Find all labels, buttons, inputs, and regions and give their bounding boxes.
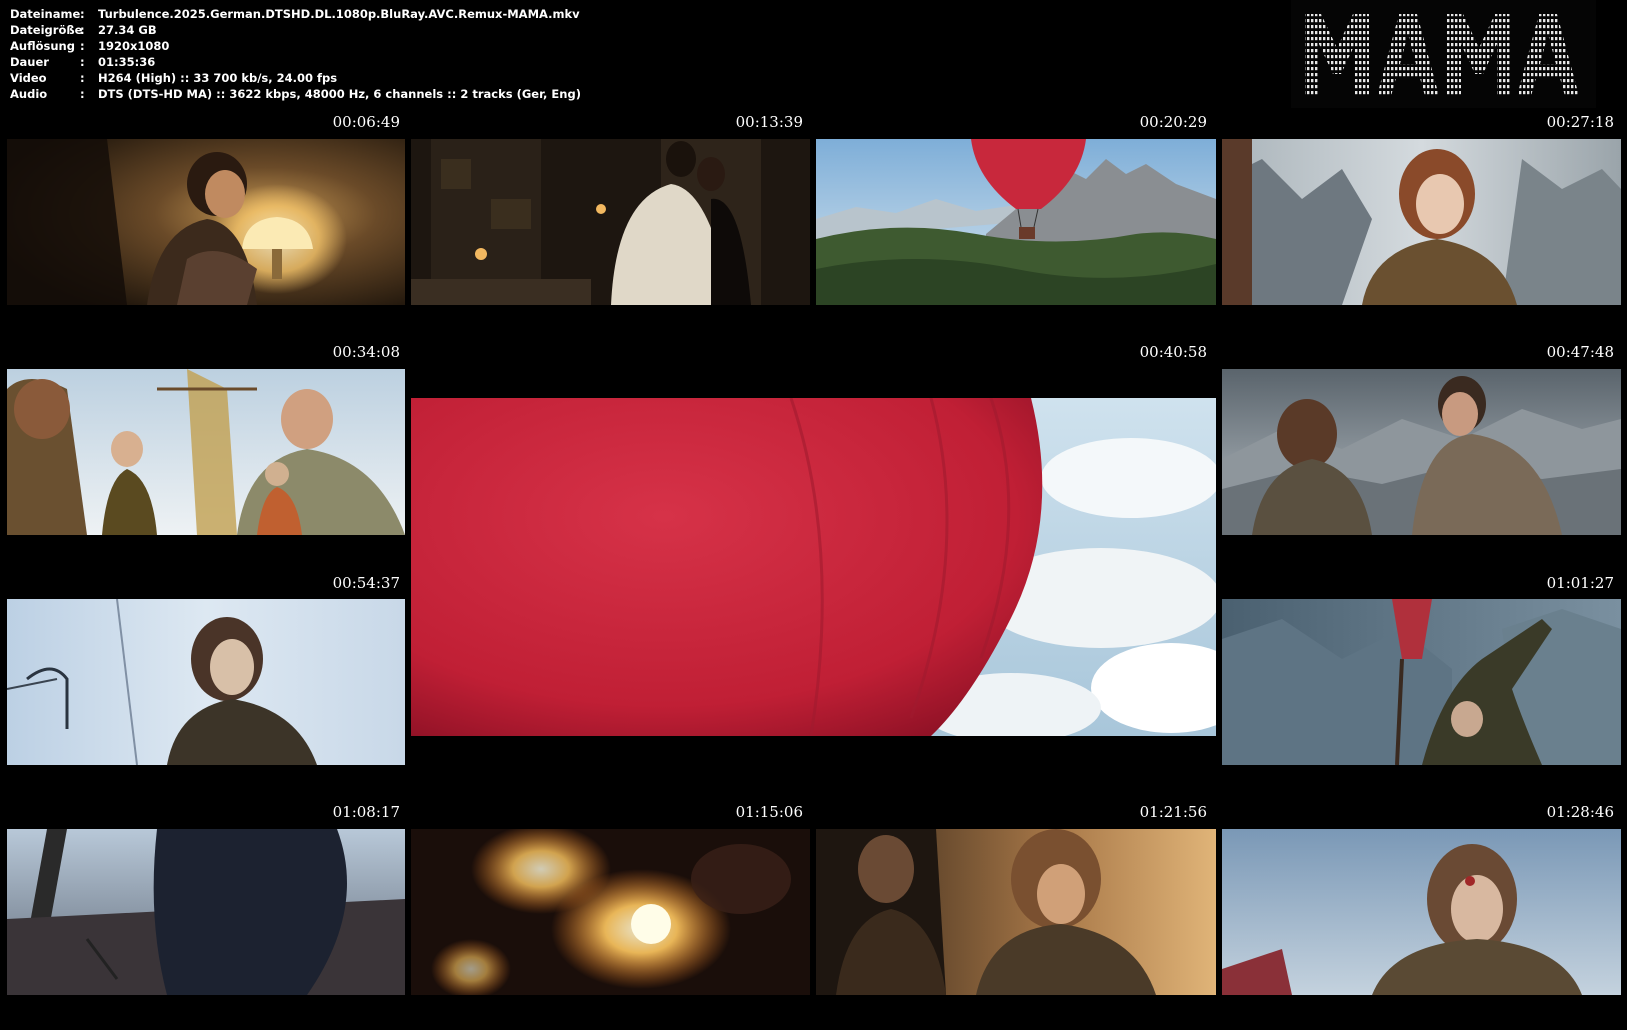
info-separator: :	[80, 7, 85, 21]
info-label: Dateiname	[10, 7, 81, 21]
info-label: Video	[10, 71, 47, 85]
thumbnail-timestamp: 01:28:46	[1546, 803, 1614, 821]
thumbnail-timestamp: 01:15:06	[735, 803, 803, 821]
info-value: 01:35:36	[98, 55, 156, 69]
thumbnail-timestamp: 00:54:37	[332, 574, 400, 592]
info-row-resolution: Auflösung : 1920x1080	[10, 38, 581, 54]
thumbnail-timestamp: 00:34:08	[332, 343, 400, 361]
thumbnail-woman-with-lamp	[7, 139, 405, 305]
thumbnail-injured-woman-sky	[1222, 829, 1621, 995]
info-separator: :	[80, 39, 85, 53]
thumbnail-timestamp: 01:08:17	[332, 803, 400, 821]
info-label: Dauer	[10, 55, 49, 69]
ascii-art-logo	[1291, 0, 1596, 108]
info-separator: :	[80, 55, 85, 69]
thumbnail-basket-dark-figure	[7, 829, 405, 995]
info-value: 1920x1080	[98, 39, 170, 53]
info-row-video: Video : H264 (High) :: 33 700 kb/s, 24.0…	[10, 70, 581, 86]
info-row-filesize: Dateigröße : 27.34 GB	[10, 22, 581, 38]
thumbnail-two-people-golden-light	[816, 829, 1216, 995]
thumbnail-red-balloon-clouds	[411, 398, 1216, 736]
info-separator: :	[80, 71, 85, 85]
thumbnail-timestamp: 01:01:27	[1546, 574, 1614, 592]
thumbnail-timestamp: 00:27:18	[1546, 113, 1614, 131]
info-value: DTS (DTS-HD MA) :: 3622 kbps, 48000 Hz, …	[98, 87, 581, 101]
ascii-logo-graphic	[1305, 14, 1579, 96]
thumbnail-couple-embrace-room	[411, 139, 810, 305]
thumbnail-timestamp: 00:06:49	[332, 113, 400, 131]
info-value: H264 (High) :: 33 700 kb/s, 24.00 fps	[98, 71, 338, 85]
info-value: 27.34 GB	[98, 23, 157, 37]
thumbnail-balloon-over-mountains	[816, 139, 1216, 305]
thumbnail-timestamp: 00:40:58	[1139, 343, 1207, 361]
info-value: Turbulence.2025.German.DTSHD.DL.1080p.Bl…	[98, 7, 580, 21]
info-label: Dateigröße	[10, 23, 83, 37]
thumbnail-group-at-balloon-basket	[7, 369, 405, 535]
thumbnail-woman-in-fog	[7, 599, 405, 765]
info-row-audio: Audio : DTS (DTS-HD MA) :: 3622 kbps, 48…	[10, 86, 581, 102]
thumbnail-redhead-woman-mountains	[1222, 139, 1621, 305]
info-label: Auflösung	[10, 39, 75, 53]
thumbnail-timestamp: 00:13:39	[735, 113, 803, 131]
thumbnail-timestamp: 01:21:56	[1139, 803, 1207, 821]
thumbnail-two-people-mountains	[1222, 369, 1621, 535]
info-separator: :	[80, 87, 85, 101]
info-row-filename: Dateiname : Turbulence.2025.German.DTSHD…	[10, 6, 581, 22]
info-separator: :	[80, 23, 85, 37]
thumbnail-timestamp: 00:47:48	[1546, 343, 1614, 361]
info-label: Audio	[10, 87, 48, 101]
thumbnail-burner-flames	[411, 829, 810, 995]
thumbnail-timestamp: 00:20:29	[1139, 113, 1207, 131]
file-info-panel: Dateiname : Turbulence.2025.German.DTSHD…	[10, 6, 581, 102]
info-row-duration: Dauer : 01:35:36	[10, 54, 581, 70]
thumbnail-person-reaching-up	[1222, 599, 1621, 765]
